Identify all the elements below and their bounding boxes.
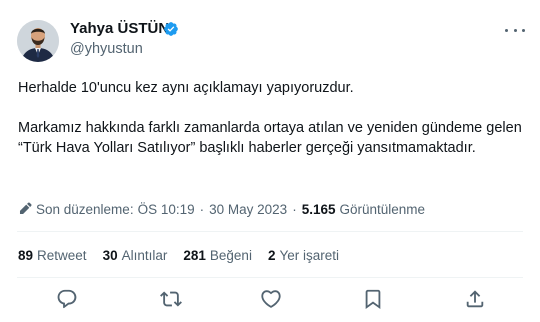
likes-stat[interactable]: 281 Beğeni — [183, 248, 252, 263]
bookmarks-label: Yer işareti — [279, 247, 339, 263]
meta-separator: · — [199, 201, 205, 217]
verified-badge-icon — [164, 22, 178, 36]
heart-icon — [261, 290, 281, 308]
bookmarks-stat[interactable]: 2 Yer işareti — [268, 248, 339, 263]
like-button[interactable] — [260, 288, 282, 310]
tweet-paragraph: Markamız hakkında farklı zamanlarda orta… — [18, 120, 522, 156]
reply-button[interactable] — [56, 288, 78, 310]
avatar[interactable] — [17, 20, 59, 62]
tweet-meta: Son düzenleme: ÖS 10:19 · 30 May 2023 · … — [18, 200, 425, 218]
retweet-button[interactable] — [160, 288, 182, 310]
tweet-paragraph: Herhalde 10'uncu kez aynı açıklamayı yap… — [18, 80, 354, 96]
meta-separator: · — [292, 201, 297, 217]
bookmarks-count: 2 — [267, 247, 276, 263]
likes-count: 281 — [183, 247, 206, 263]
divider — [17, 231, 523, 232]
quotes-label: Alıntılar — [121, 247, 168, 263]
action-bar — [0, 288, 540, 312]
views-count: 5.165 — [301, 201, 336, 217]
pencil-icon — [19, 202, 32, 215]
views-label: Görüntülenme — [339, 201, 426, 217]
quotes-stat[interactable]: 30 Alıntılar — [103, 248, 168, 263]
retweet-icon — [160, 291, 182, 307]
engagement-stats: 89 Retweet 30 Alıntılar 281 Beğeni 2 Yer… — [18, 246, 355, 264]
tweet-date[interactable]: 30 May 2023 — [209, 202, 287, 217]
reply-icon — [57, 289, 77, 309]
bookmark-button[interactable] — [362, 288, 384, 310]
quotes-count: 30 — [102, 247, 118, 263]
likes-label: Beğeni — [209, 247, 252, 263]
retweets-stat[interactable]: 89 Retweet — [18, 248, 87, 263]
retweets-label: Retweet — [37, 247, 87, 263]
share-icon — [466, 290, 484, 308]
avatar-photo — [17, 20, 59, 62]
share-button[interactable] — [464, 288, 486, 310]
retweets-count: 89 — [18, 247, 34, 263]
author-handle[interactable]: @yhyustun — [70, 40, 143, 58]
tweet-time[interactable]: ÖS 10:19 — [138, 202, 195, 217]
more-options-icon[interactable] — [505, 22, 525, 38]
tweet-text: Herhalde 10'uncu kez aynı açıklamayı yap… — [18, 78, 523, 158]
author-name[interactable]: Yahya ÜSTÜN — [70, 19, 169, 39]
tweet-card: Yahya ÜSTÜN @yhyustun Herhalde 10'uncu k… — [0, 0, 540, 322]
edit-label[interactable]: Son düzenleme: — [36, 202, 134, 217]
bookmark-icon — [365, 289, 381, 310]
divider — [17, 277, 523, 278]
